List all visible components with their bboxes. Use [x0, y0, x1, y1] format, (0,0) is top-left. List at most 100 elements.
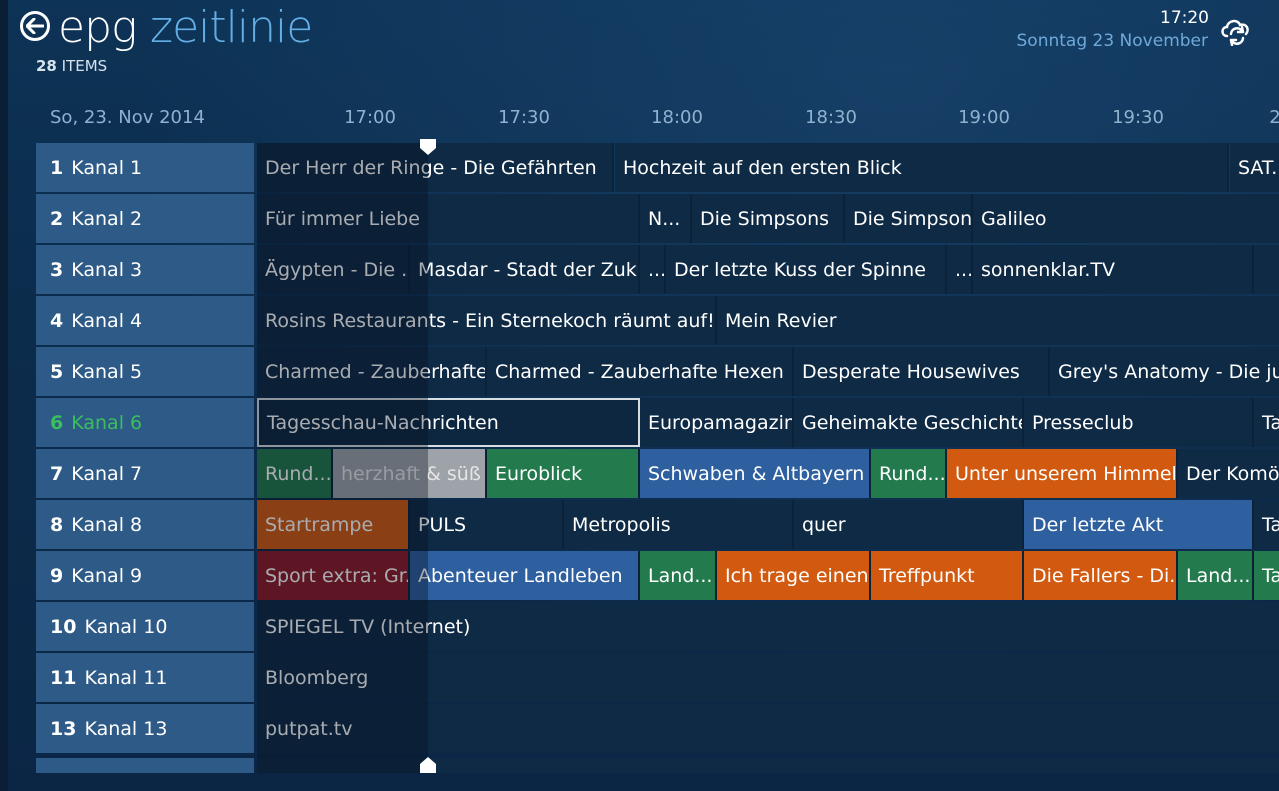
- channel-name: Kanal 10: [84, 615, 168, 638]
- program-cell[interactable]: Geheimakte Geschichte ...: [794, 398, 1024, 447]
- channel-number: 3: [50, 258, 64, 281]
- back-button[interactable]: [20, 11, 50, 41]
- item-count: 28 ITEMS: [36, 57, 107, 75]
- program-cell[interactable]: Charmed - Zauberhafte...: [257, 347, 487, 396]
- program-cell[interactable]: Ta: [1254, 551, 1279, 600]
- program-cell[interactable]: Die Simpsons: [692, 194, 845, 243]
- program-cell[interactable]: putpat.tv: [257, 704, 1279, 753]
- program-cell[interactable]: Rund...: [257, 449, 333, 498]
- program-cell[interactable]: Land...: [640, 551, 717, 600]
- current-date: Sonntag 23 November: [1016, 31, 1209, 51]
- program-cell[interactable]: Startrampe: [257, 500, 410, 549]
- page-title-epg: epg: [58, 2, 137, 53]
- program-cell[interactable]: N...: [640, 194, 692, 243]
- program-cell[interactable]: Abenteuer Landleben: [410, 551, 640, 600]
- channel-name: Kanal 8: [71, 513, 143, 536]
- channel-row[interactable]: 11 Kanal 11: [36, 653, 254, 702]
- now-marker-top-icon: [420, 139, 436, 155]
- program-cell[interactable]: Land...: [1178, 551, 1254, 600]
- timeline-date: So, 23. Nov 2014: [50, 107, 205, 128]
- program-cell[interactable]: Metropolis: [564, 500, 794, 549]
- cloud-sync-icon[interactable]: [1218, 14, 1254, 46]
- channel-name: Kanal 3: [71, 258, 143, 281]
- program-cell[interactable]: Der Komöd: [1178, 449, 1279, 498]
- channel-row[interactable]: 4 Kanal 4: [36, 296, 254, 345]
- channel-name: Kanal 9: [71, 564, 143, 587]
- channel-row[interactable]: 3 Kanal 3: [36, 245, 254, 294]
- program-cell[interactable]: Rosins Restaurants - Ein Sternekoch räum…: [257, 296, 717, 345]
- program-cell[interactable]: Galileo: [973, 194, 1279, 243]
- program-cell[interactable]: Bloomberg: [257, 653, 1279, 702]
- left-edge: [0, 0, 8, 791]
- program-cell[interactable]: Hochzeit auf den ersten Blick: [615, 143, 1229, 192]
- program-cell[interactable]: Ägypten - Die ...: [257, 245, 410, 294]
- channel-row[interactable]: 7 Kanal 7: [36, 449, 254, 498]
- program-cell[interactable]: Treffpunkt: [871, 551, 1024, 600]
- time-tick: 18:00: [651, 107, 703, 128]
- program-cell[interactable]: Unter unserem Himmel: [947, 449, 1178, 498]
- program-cell[interactable]: Ta: [1254, 398, 1279, 447]
- channel-number: 2: [50, 207, 64, 230]
- program-cell[interactable]: Desperate Housewives: [794, 347, 1050, 396]
- program-cell[interactable]: Mein Revier: [717, 296, 1279, 345]
- item-count-number: 28: [36, 57, 57, 75]
- item-count-label: ITEMS: [61, 57, 108, 75]
- clock: 17:20: [1160, 8, 1209, 28]
- channel-number: 9: [50, 564, 64, 587]
- channel-number: 11: [50, 666, 77, 689]
- channel-row[interactable]: 8 Kanal 8: [36, 500, 254, 549]
- channel-name: Kanal 2: [71, 207, 143, 230]
- channel-row[interactable]: 1 Kanal 1: [36, 143, 254, 192]
- channel-number: 1: [50, 156, 64, 179]
- channel-row-active[interactable]: 6 Kanal 6: [36, 398, 254, 447]
- program-cell[interactable]: Masdar - Stadt der Zuk...: [410, 245, 640, 294]
- time-tick: 18:30: [805, 107, 857, 128]
- channel-row[interactable]: 10 Kanal 10: [36, 602, 254, 651]
- program-cell[interactable]: herzhaft & süß: [333, 449, 487, 498]
- program-cell[interactable]: Die Fallers - Di...: [1024, 551, 1178, 600]
- program-cell[interactable]: [1254, 245, 1279, 294]
- program-cell[interactable]: Der letzte Kuss der Spinne: [666, 245, 947, 294]
- program-cell[interactable]: Der letzte Akt: [1024, 500, 1254, 549]
- program-cell-selected[interactable]: Tagesschau-Nachrichten: [257, 398, 640, 447]
- program-cell[interactable]: Rund...: [871, 449, 947, 498]
- program-cell[interactable]: ...: [640, 245, 666, 294]
- program-row-partial: [257, 758, 1279, 773]
- channel-name: Kanal 11: [84, 666, 168, 689]
- page-title-zeitlinie: zeitlinie: [150, 2, 313, 53]
- program-cell[interactable]: ...: [947, 245, 973, 294]
- channel-name: Kanal 5: [71, 360, 143, 383]
- channel-row[interactable]: 13 Kanal 13: [36, 704, 254, 753]
- now-marker-bottom-icon: [420, 757, 436, 773]
- program-cell[interactable]: Presseclub: [1024, 398, 1254, 447]
- program-cell[interactable]: Sport extra: Gr...: [257, 551, 410, 600]
- program-cell[interactable]: Die Simpsons: [845, 194, 973, 243]
- channel-name: Kanal 4: [71, 309, 143, 332]
- time-tick: 19:30: [1112, 107, 1164, 128]
- channel-row-partial: [36, 758, 254, 773]
- program-cell[interactable]: Charmed - Zauberhafte Hexen: [487, 347, 794, 396]
- program-cell[interactable]: Für immer Liebe: [257, 194, 640, 243]
- channel-row[interactable]: 9 Kanal 9: [36, 551, 254, 600]
- channel-number: 7: [50, 462, 64, 485]
- program-cell[interactable]: Schwaben & Altbayern: [640, 449, 871, 498]
- channel-number: 6: [50, 411, 64, 434]
- program-cell[interactable]: sonnenklar.TV: [973, 245, 1254, 294]
- program-cell[interactable]: Europamagazin: [640, 398, 794, 447]
- program-cell[interactable]: SPIEGEL TV (Internet): [257, 602, 1279, 651]
- channel-row[interactable]: 5 Kanal 5: [36, 347, 254, 396]
- program-cell[interactable]: Grey's Anatomy - Die jung: [1050, 347, 1279, 396]
- program-cell[interactable]: Ta: [1254, 500, 1279, 549]
- program-cell[interactable]: Euroblick: [487, 449, 640, 498]
- channel-number: 13: [50, 717, 77, 740]
- program-cell[interactable]: SAT.1: [1230, 143, 1279, 192]
- program-cell[interactable]: PULS: [410, 500, 564, 549]
- time-tick: 17:00: [344, 107, 396, 128]
- channel-number: 4: [50, 309, 64, 332]
- program-cell[interactable]: Ich trage einen...: [717, 551, 871, 600]
- program-cell[interactable]: quer: [794, 500, 1024, 549]
- back-arrow-icon: [26, 18, 44, 34]
- channel-row[interactable]: 2 Kanal 2: [36, 194, 254, 243]
- time-tick: 19:00: [958, 107, 1010, 128]
- channel-name: Kanal 7: [71, 462, 143, 485]
